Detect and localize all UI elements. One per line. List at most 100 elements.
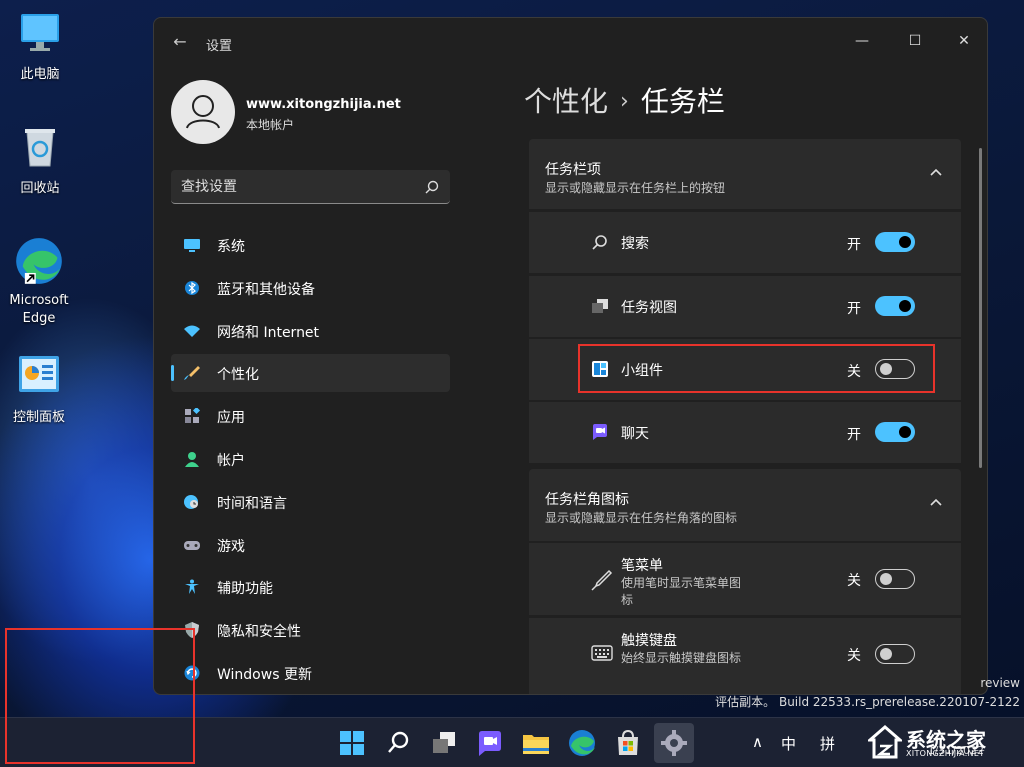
search-toggle[interactable] (875, 232, 915, 252)
search-input[interactable] (181, 170, 411, 203)
sidebar-item-personalization[interactable]: 个性化 (171, 354, 450, 393)
sidebar-item-accessibility[interactable]: 辅助功能 (171, 568, 450, 606)
sidebar-item-bluetooth[interactable]: 蓝牙和其他设备 (171, 269, 450, 307)
desktop-icon-label: Microsoft Edge (9, 293, 69, 326)
sidebar-item-accounts[interactable]: 帐户 (171, 440, 450, 478)
row-label: 任务视图 (621, 300, 677, 316)
edge-icon[interactable] (566, 727, 598, 759)
toggle-knob (880, 363, 892, 375)
keyboard-icon (591, 645, 613, 661)
row-label: 笔菜单 (621, 558, 663, 574)
edge-icon (16, 238, 62, 284)
row-label: 聊天 (621, 426, 649, 442)
start-icon[interactable] (336, 727, 368, 759)
chevron-up-icon[interactable] (929, 495, 943, 509)
scrollbar[interactable] (979, 148, 982, 468)
task-view-icon[interactable] (428, 727, 460, 759)
sidebar-item-label: 时间和语言 (217, 495, 287, 512)
breadcrumb-parent[interactable]: 个性化 (524, 85, 608, 118)
row-search: 搜索 开 (529, 212, 961, 273)
touch-keyboard-toggle[interactable] (875, 644, 915, 664)
back-arrow-icon[interactable]: ← (170, 32, 190, 52)
search-icon[interactable] (382, 727, 414, 759)
desktop-icon-label: 回收站 (20, 181, 60, 196)
sidebar-item-apps[interactable]: 应用 (171, 397, 450, 435)
close-button[interactable]: ✕ (946, 26, 982, 56)
sidebar-item-label: 个性化 (217, 367, 259, 384)
row-label: 触摸键盘 (621, 633, 677, 649)
section-taskbar-items[interactable]: 任务栏项 显示或隐藏显示在任务栏上的按钮 (529, 139, 961, 209)
person-icon (186, 95, 220, 129)
sidebar-item-network[interactable]: 网络和 Internet (171, 312, 450, 350)
sidebar-item-privacy[interactable]: 隐私和安全性 (171, 611, 450, 649)
sidebar-item-label: 帐户 (217, 452, 245, 469)
update-icon (184, 665, 200, 681)
chat-icon[interactable] (474, 727, 506, 759)
ime-language-indicator[interactable]: 中 (781, 733, 796, 754)
bluetooth-icon (185, 280, 199, 295)
desktop-icon-label: 此电脑 (20, 67, 60, 82)
chevron-up-icon[interactable] (929, 165, 943, 179)
settings-taskbar-button[interactable] (654, 723, 694, 763)
row-description: 使用笔时显示笔菜单图标 (621, 576, 742, 607)
toggle-knob (880, 573, 892, 585)
ime-mode-indicator[interactable]: 拼 (820, 733, 835, 754)
search-icon[interactable] (424, 179, 440, 195)
toggle-state-text: 开 (847, 301, 861, 317)
file-explorer-icon[interactable] (520, 727, 552, 759)
wifi-icon (184, 325, 200, 337)
search-box[interactable] (171, 170, 450, 204)
sidebar-item-gaming[interactable]: 游戏 (171, 526, 450, 564)
section-title: 任务栏角图标 (545, 492, 629, 508)
pen-icon (591, 569, 613, 591)
breadcrumb-separator: › (620, 89, 629, 114)
desktop-icon-control-panel[interactable]: 控制面板 (1, 353, 77, 427)
logo-subtitle: XITONGZHIJIA.NET (906, 749, 985, 758)
maximize-button[interactable]: ☐ (897, 26, 933, 56)
sidebar-item-label: 网络和 Internet (217, 324, 320, 341)
sidebar-item-time-language[interactable]: 时间和语言 (171, 483, 450, 521)
desktop-icon-this-pc[interactable]: 此电脑 (2, 10, 78, 84)
control-panel-icon (19, 356, 59, 392)
globe-clock-icon (184, 494, 198, 509)
sidebar-item-windows-update[interactable]: Windows 更新 (171, 654, 450, 692)
widgets-toggle[interactable] (875, 359, 915, 379)
toggle-state-text: 开 (847, 427, 861, 443)
pen-menu-toggle[interactable] (875, 569, 915, 589)
apps-icon (185, 408, 201, 424)
avatar (171, 80, 235, 144)
chat-toggle[interactable] (875, 422, 915, 442)
sidebar-item-label: 辅助功能 (217, 581, 273, 598)
sidebar-item-label: Windows 更新 (217, 666, 312, 683)
minimize-button[interactable]: — (844, 26, 880, 56)
shield-icon (185, 622, 199, 639)
row-description: 始终显示触摸键盘图标 (621, 651, 742, 665)
sidebar-item-label: 系统 (217, 239, 245, 255)
settings-window: ← 设置 — ☐ ✕ www.xitongzhijia.net 本地帐户 系统 … (153, 17, 988, 695)
site-logo-watermark: 系统之家 XITONGZHIJIA.NET (868, 720, 1018, 764)
tray-chevron-icon[interactable]: ∧ (752, 733, 763, 751)
active-indicator (171, 365, 174, 382)
window-title: 设置 (206, 39, 233, 54)
sidebar-item-label: 游戏 (217, 538, 245, 555)
section-subtitle: 显示或隐藏显示在任务栏上的按钮 (545, 181, 726, 195)
desktop-icon-edge[interactable]: Microsoft Edge (1, 236, 77, 328)
breadcrumb-current: 任务栏 (640, 85, 725, 118)
title-bar: ← 设置 — ☐ ✕ (154, 18, 987, 66)
section-taskbar-corner-icons[interactable]: 任务栏角图标 显示或隐藏显示在任务栏角落的图标 (529, 469, 961, 541)
widgets-icon (592, 361, 608, 377)
sidebar-item-system[interactable]: 系统 (171, 226, 450, 264)
section-subtitle: 显示或隐藏显示在任务栏角落的图标 (545, 511, 738, 525)
computer-icon (21, 14, 59, 51)
desktop-icon-recycle-bin[interactable]: 回收站 (2, 124, 78, 198)
row-chat: 聊天 开 (529, 402, 961, 463)
sidebar-item-label: 应用 (217, 410, 245, 427)
user-profile[interactable]: www.xitongzhijia.net 本地帐户 (171, 80, 451, 144)
store-icon[interactable] (612, 727, 644, 759)
recycle-bin-icon (25, 129, 55, 167)
desktop-icon-label: 控制面板 (12, 410, 65, 425)
task-view-toggle[interactable] (875, 296, 915, 316)
accessibility-icon (185, 579, 199, 595)
toggle-knob (899, 236, 911, 248)
monitor-icon (184, 239, 200, 252)
